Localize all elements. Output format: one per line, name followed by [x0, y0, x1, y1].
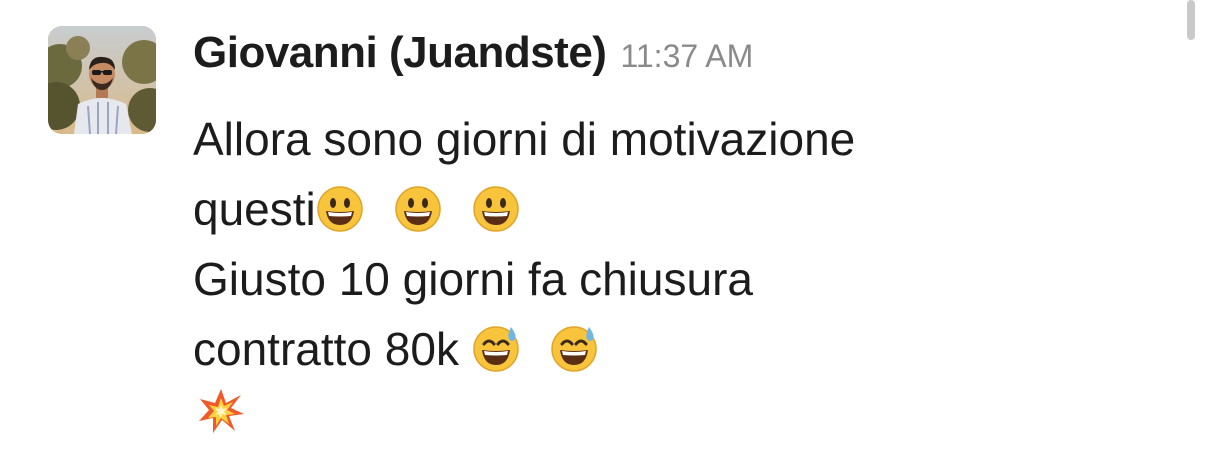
message-line — [193, 384, 1183, 454]
message-line-text: contratto 80k — [193, 323, 472, 375]
message-line: Allora sono giorni di motivazione — [193, 104, 1183, 174]
message-header: Giovanni (Juandste) 11:37 AM — [193, 28, 1183, 102]
grinning-sweat-face-icon — [550, 325, 598, 373]
grinning-face-icon — [472, 185, 520, 233]
message-line: questi — [193, 174, 1183, 244]
grinning-sweat-face-icon — [472, 325, 520, 373]
avatar-photo — [48, 26, 156, 134]
message-line-text: Allora sono giorni di motivazione — [193, 113, 856, 165]
avatar[interactable] — [48, 26, 156, 134]
grinning-face-icon — [394, 185, 442, 233]
scrollbar[interactable] — [1187, 0, 1195, 40]
message-body: Allora sono giorni di motivazione questi… — [193, 104, 1183, 454]
message-line: contratto 80k — [193, 314, 1183, 384]
collision-icon — [197, 387, 245, 435]
message-line-text: questi — [193, 183, 316, 235]
timestamp[interactable]: 11:37 AM — [620, 38, 753, 75]
grinning-face-icon — [316, 185, 364, 233]
message: Giovanni (Juandste) 11:37 AM Allora sono… — [193, 28, 1183, 454]
message-line: Giusto 10 giorni fa chiusura — [193, 244, 1183, 314]
message-line-text: Giusto 10 giorni fa chiusura — [193, 253, 753, 305]
sender-name[interactable]: Giovanni (Juandste) — [193, 28, 607, 78]
